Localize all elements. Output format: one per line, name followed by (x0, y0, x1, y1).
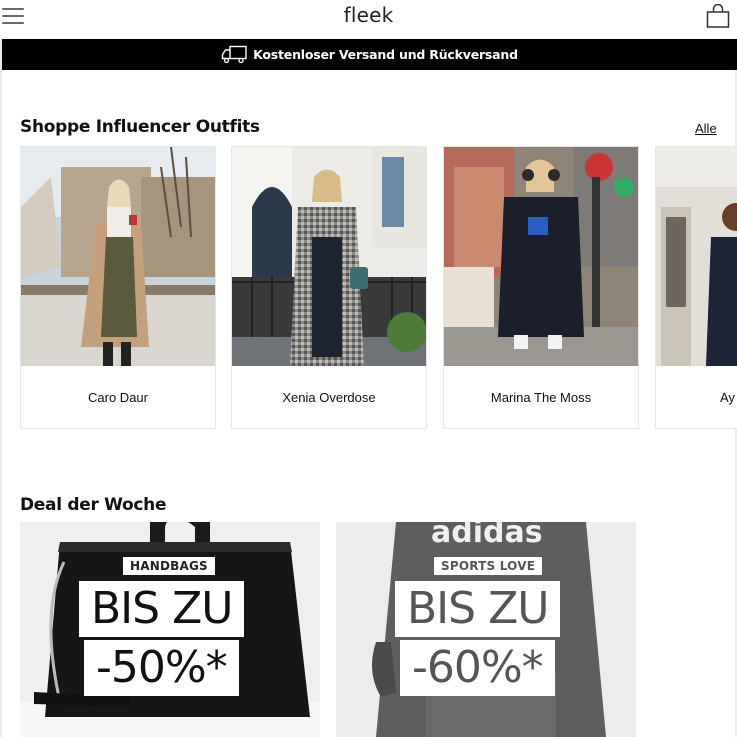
deal-category-tag: SPORTS LOVE (434, 557, 543, 575)
see-all-link[interactable]: Alle (695, 121, 717, 136)
influencer-section-title: Shoppe Influencer Outfits (20, 117, 260, 137)
top-header: fleek (0, 0, 737, 38)
page-left-border (0, 38, 2, 737)
site-logo[interactable]: fleek (0, 3, 737, 27)
influencer-photo (656, 147, 737, 366)
influencer-card[interactable]: Xenia Overdose (231, 146, 427, 429)
influencer-name: Ay (720, 389, 735, 405)
influencer-card[interactable]: Marina The Moss (443, 146, 639, 429)
influencer-name: Caro Daur (88, 389, 148, 405)
deal-card-sports[interactable]: adidas SPORTS LOVE BIS ZU -60%* (336, 522, 636, 737)
deal-discount: -50%* (84, 640, 239, 696)
deal-card-handbags[interactable]: HANDBAGS BIS ZU -50%* (20, 522, 320, 737)
deal-category-tag: HANDBAGS (123, 557, 215, 575)
influencer-name: Marina The Moss (490, 389, 592, 405)
influencer-name: Xenia Overdose (282, 389, 376, 405)
influencer-photo (21, 147, 215, 366)
shipping-banner-text: Kostenloser Versand und Rückversand (253, 47, 518, 62)
delivery-truck-icon (221, 45, 247, 64)
deal-discount: -60%* (400, 640, 555, 696)
deals-section-title: Deal der Woche (20, 495, 167, 515)
deal-headline: BIS ZU (79, 581, 245, 637)
deal-headline: BIS ZU (395, 581, 561, 637)
influencer-card[interactable]: Ay (655, 146, 737, 429)
influencer-card[interactable]: Caro Daur (20, 146, 216, 429)
shopping-bag-icon[interactable] (706, 4, 730, 28)
influencer-photo (444, 147, 638, 366)
shipping-banner: Kostenloser Versand und Rückversand (2, 39, 737, 70)
influencer-photo (232, 147, 426, 366)
svg-text:adidas: adidas (431, 522, 543, 550)
